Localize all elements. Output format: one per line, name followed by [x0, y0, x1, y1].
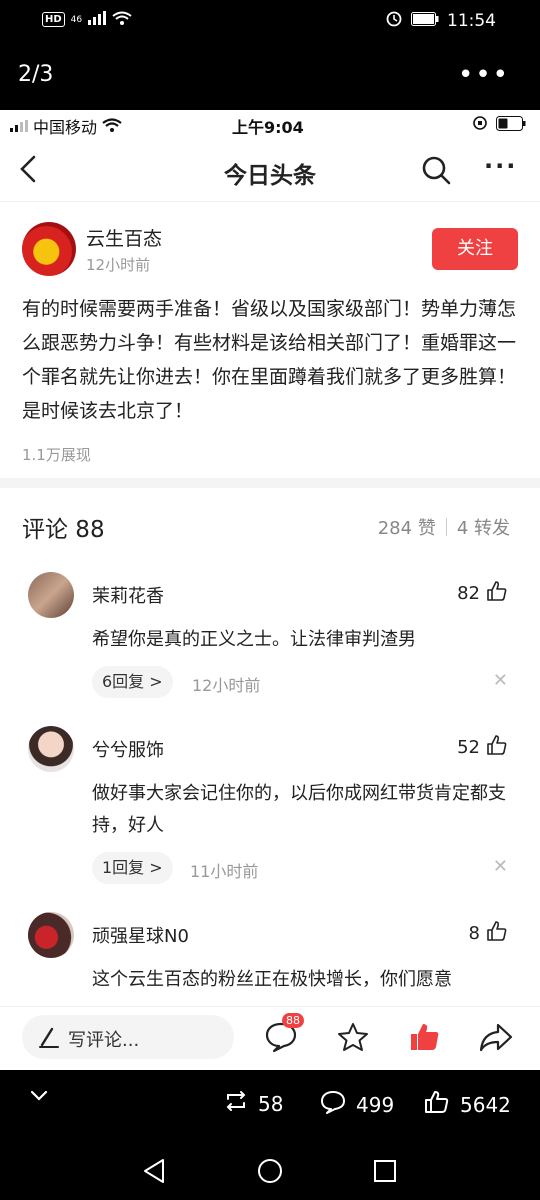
thumbs-up-icon [486, 580, 508, 607]
hd-badge: HD [42, 12, 65, 27]
close-icon[interactable]: ✕ [493, 670, 508, 691]
battery-icon [411, 11, 439, 31]
signal-icon [10, 120, 28, 132]
reply-count-button[interactable]: 1回复 > [92, 852, 173, 884]
collapse-chevron-icon[interactable] [30, 1090, 48, 1102]
back-triangle-icon[interactable] [142, 1158, 166, 1188]
commenter-name[interactable]: 茉莉花香 [92, 582, 164, 608]
repost-count: 58 [258, 1091, 284, 1116]
comment-item: 茉莉花香 82 希望你是真的正义之士。让法律审判渣男 6回复 > 12小时前 ✕ [0, 572, 540, 702]
recents-square-icon[interactable] [373, 1159, 397, 1187]
viewer-comment-button[interactable]: 499 [320, 1090, 394, 1119]
orientation-lock-icon [472, 115, 488, 135]
post-body: 有的时候需要两手准备！省级以及国家级部门！势单力薄怎么跟恶势力斗争！有些材料是该… [22, 298, 517, 422]
comment-bubble-icon [320, 1090, 346, 1119]
viewer-top-bar: 2/3 ••• [0, 40, 540, 110]
thumbs-up-icon [486, 734, 508, 761]
wifi-icon [112, 10, 132, 29]
author-name[interactable]: 云生百态 [86, 224, 162, 251]
viewer-footer-bar: 58 499 5642 [0, 1070, 540, 1140]
comment-time: 12小时前 [192, 676, 261, 695]
inner-status-time: 上午9:04 [232, 118, 304, 137]
stats-separator [445, 518, 447, 536]
battery-icon [496, 115, 526, 135]
repost-button[interactable]: 58 [224, 1090, 283, 1117]
home-circle-icon[interactable] [257, 1158, 283, 1188]
viewer-more-button[interactable]: ••• [458, 60, 510, 90]
star-icon[interactable] [336, 1021, 370, 1057]
screenshot-content: 中国移动 上午9:04 今日头条 ··· 云生百态 12小时前 关注 有的时候需… [0, 110, 540, 1070]
inner-status-bar: 中国移动 上午9:04 [0, 110, 540, 138]
search-icon[interactable] [420, 154, 452, 190]
wifi-icon [102, 117, 122, 136]
viewer-like-button[interactable]: 5642 [424, 1090, 511, 1119]
commenter-name[interactable]: 顽强星球N0 [92, 922, 189, 948]
image-counter: 2/3 [18, 62, 54, 87]
post-time: 12小时前 [86, 256, 151, 274]
view-count: 1.1万展现 [22, 446, 91, 464]
like-count[interactable]: 284 赞 [378, 514, 436, 540]
signal-icon [88, 10, 107, 29]
system-time: 11:54 [447, 10, 496, 31]
viewer-comment-count: 499 [356, 1092, 395, 1117]
comment-like-button[interactable]: 82 [457, 580, 508, 607]
post-card: 云生百态 12小时前 关注 有的时候需要两手准备！省级以及国家级部门！势单力薄怎… [0, 202, 540, 472]
comment-text: 做好事大家会记住你的，以后你成网红带货肯定都支持，好人 [92, 783, 506, 836]
commenter-avatar[interactable] [28, 726, 74, 772]
like-thumbs-up-icon[interactable] [408, 1021, 442, 1057]
repost-icon [224, 1090, 248, 1117]
comment-time: 11小时前 [190, 862, 259, 881]
author-avatar[interactable] [22, 222, 76, 276]
commenter-avatar[interactable] [28, 572, 74, 618]
comment-text: 希望你是真的正义之士。让法律审判渣男 [92, 629, 416, 650]
share-arrow-icon[interactable] [478, 1021, 514, 1057]
follow-button[interactable]: 关注 [432, 228, 518, 270]
share-count[interactable]: 4 转发 [457, 514, 510, 540]
section-divider [0, 478, 540, 488]
page-title: 今日头条 [224, 163, 316, 189]
commenter-avatar[interactable] [28, 912, 74, 958]
comment-like-button[interactable]: 8 [469, 920, 508, 947]
comments-title: 评论 88 [22, 517, 105, 543]
comment-like-count: 8 [468, 923, 480, 944]
write-comment-placeholder: 写评论... [68, 1030, 140, 1051]
reply-count-button[interactable]: 6回复 > [92, 666, 173, 698]
thumbs-up-icon [424, 1090, 450, 1119]
comment-like-button[interactable]: 52 [457, 734, 508, 761]
comment-like-count: 52 [457, 737, 480, 758]
comment-text: 这个云生百态的粉丝正在极快增长，你们愿意 [92, 969, 452, 990]
carrier-name: 中国移动 [33, 118, 98, 137]
thumbs-up-icon [486, 920, 508, 947]
comment-count-badge: 88 [282, 1013, 304, 1028]
commenter-name[interactable]: 兮兮服饰 [92, 736, 164, 762]
close-icon[interactable]: ✕ [493, 856, 508, 877]
top-navigation-bar: 今日头条 ··· [0, 138, 540, 202]
comments-header: 评论 88 284 赞 4 转发 [0, 488, 540, 558]
more-options-button[interactable]: ··· [484, 152, 517, 180]
system-status-bar: HD 46 11:54 [0, 0, 540, 40]
android-navigation-bar [0, 1140, 540, 1200]
comment-item: 顽强星球N0 8 这个云生百态的粉丝正在极快增长，你们愿意 [0, 912, 540, 1006]
viewer-like-count: 5642 [460, 1092, 511, 1117]
comment-like-count: 82 [457, 583, 480, 604]
pen-icon [38, 1025, 60, 1053]
bottom-action-bar: 写评论... 88 [0, 1006, 540, 1070]
comment-item: 兮兮服饰 52 做好事大家会记住你的，以后你成网红带货肯定都支持，好人 1回复 … [0, 726, 540, 896]
network-type: 46 [70, 14, 83, 25]
write-comment-input[interactable]: 写评论... [22, 1015, 234, 1059]
alarm-icon [385, 9, 403, 32]
